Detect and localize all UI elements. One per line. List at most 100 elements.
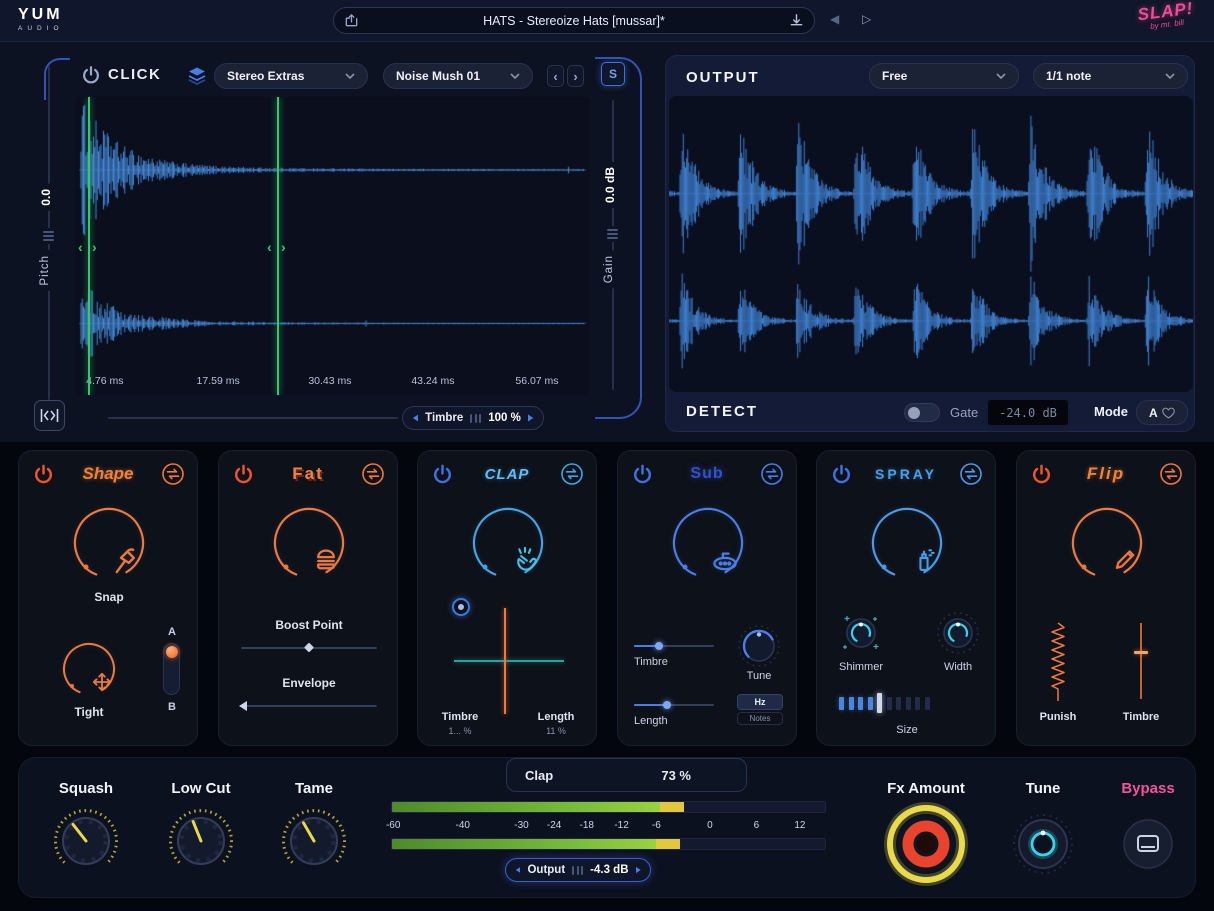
size-bar[interactable] <box>915 697 920 710</box>
increment-icon[interactable] <box>528 413 534 423</box>
xy-reset-target[interactable] <box>452 598 470 616</box>
spray-size-stepper[interactable] <box>839 692 930 714</box>
global-tune-knob[interactable] <box>1011 812 1075 881</box>
click-sample-dropdown[interactable]: Noise Mush 01 <box>383 63 533 89</box>
ab-switch-knob[interactable] <box>166 646 178 658</box>
click-waveform-display[interactable]: 4.76 ms17.59 ms30.43 ms43.24 ms56.07 ms … <box>75 97 590 395</box>
envelope-slider[interactable] <box>241 699 377 713</box>
sample-next-button[interactable]: › <box>567 65 584 87</box>
fat-power-button[interactable] <box>230 461 256 487</box>
boost-point-marker[interactable] <box>304 643 314 653</box>
size-bar[interactable] <box>887 697 892 710</box>
tame-knob[interactable] <box>276 803 352 884</box>
click-power-button[interactable] <box>80 64 102 86</box>
ab-switch[interactable] <box>163 643 180 695</box>
size-bar[interactable] <box>839 697 844 710</box>
xy-pad-y-axis[interactable] <box>504 608 506 714</box>
output-gain-slider[interactable]: Output -4.3 dB <box>505 858 651 882</box>
download-preset-icon[interactable] <box>789 13 804 28</box>
mode-dropdown[interactable]: A <box>1136 400 1188 425</box>
xy-pad-x-axis[interactable] <box>454 660 564 662</box>
decrement-icon[interactable] <box>412 413 418 423</box>
preset-forward-button[interactable]: ▷ <box>862 12 871 26</box>
sub-power-button[interactable] <box>629 461 655 487</box>
sub-timbre-slider[interactable] <box>634 639 714 653</box>
width-knob[interactable] <box>936 611 980 660</box>
sub-length-slider[interactable] <box>634 698 714 712</box>
sub-tune-knob[interactable] <box>737 624 781 673</box>
fx-amount-knob[interactable] <box>884 802 968 891</box>
click-solo-button[interactable]: S <box>601 62 625 86</box>
flip-compare-button[interactable] <box>1158 461 1184 487</box>
preset-bar[interactable]: HATS - Stereoize Hats [mussar]* <box>333 7 815 34</box>
marker-right-handle[interactable]: › <box>281 239 286 255</box>
pitch-slider-grip[interactable] <box>43 228 54 244</box>
shimmer-knob[interactable] <box>839 611 883 660</box>
preset-back-button[interactable]: ◀ <box>830 12 839 26</box>
timbre-grip[interactable] <box>470 414 481 423</box>
sample-start-marker[interactable]: ‹ › <box>88 97 90 395</box>
fat-compare-button[interactable] <box>360 461 386 487</box>
keyboard-mapping-button[interactable] <box>34 400 65 431</box>
click-layer-dropdown[interactable]: Stereo Extras <box>214 63 368 89</box>
sample-end-marker[interactable]: ‹ › <box>277 97 279 395</box>
spray-knob[interactable] <box>869 505 945 581</box>
marker-right-handle[interactable]: › <box>92 239 97 255</box>
marker-left-handle[interactable]: ‹ <box>78 239 83 255</box>
gain-slider[interactable]: 0.0 dB Gain <box>601 100 625 390</box>
sub-compare-button[interactable] <box>759 461 785 487</box>
spray-power-button[interactable] <box>828 461 854 487</box>
flip-knob[interactable] <box>1069 505 1145 581</box>
hz-option[interactable]: Hz <box>737 694 783 710</box>
hz-notes-toggle[interactable]: Hz Notes <box>737 694 783 725</box>
gain-value: 0.0 dB <box>602 162 618 208</box>
shape-compare-button[interactable] <box>160 461 186 487</box>
punish-slider[interactable] <box>1047 621 1069 708</box>
size-bar[interactable] <box>896 697 901 710</box>
size-bar[interactable] <box>925 697 930 710</box>
detect-gate-toggle[interactable] <box>904 403 940 422</box>
size-bar[interactable] <box>858 697 863 710</box>
output-sync-dropdown[interactable]: Free <box>869 63 1019 89</box>
click-timbre-slider[interactable]: Timbre 100 % <box>402 406 544 430</box>
preset-name[interactable]: HATS - Stereoize Hats [mussar]* <box>367 14 781 28</box>
flip-timbre-handle[interactable] <box>1134 651 1148 654</box>
tight-knob[interactable] <box>61 641 117 697</box>
marker-left-handle[interactable]: ‹ <box>267 239 272 255</box>
size-bar[interactable] <box>877 693 882 713</box>
spray-compare-button[interactable] <box>958 461 984 487</box>
flip-power-button[interactable] <box>1028 461 1054 487</box>
bypass-button[interactable] <box>1122 818 1174 875</box>
sub-knob[interactable] <box>670 505 746 581</box>
notes-option[interactable]: Notes <box>737 712 783 725</box>
pitch-slider[interactable]: 0.0 Pitch <box>37 66 61 400</box>
layers-icon[interactable] <box>186 65 208 87</box>
gain-slider-grip[interactable] <box>607 226 618 242</box>
click-timbre-track[interactable] <box>108 417 398 419</box>
size-bar[interactable] <box>868 697 873 710</box>
sub-length-handle[interactable] <box>663 701 671 709</box>
envelope-marker[interactable] <box>239 701 247 711</box>
gate-threshold-value[interactable]: -24.0 dB <box>988 400 1068 425</box>
clap-knob[interactable] <box>470 505 546 581</box>
sample-prev-button[interactable]: ‹ <box>547 65 564 87</box>
output-slider-grip[interactable] <box>572 866 583 875</box>
sub-timbre-handle[interactable] <box>655 642 663 650</box>
clap-compare-button[interactable] <box>559 461 585 487</box>
clap-power-button[interactable] <box>429 461 455 487</box>
decrement-icon[interactable] <box>515 865 520 875</box>
increment-icon[interactable] <box>636 865 641 875</box>
shape-power-button[interactable] <box>30 461 56 487</box>
export-preset-icon[interactable] <box>344 13 359 28</box>
fat-knob[interactable] <box>271 505 347 581</box>
boost-point-slider[interactable] <box>241 641 377 655</box>
clap-amount-slider[interactable]: Clap 73 % <box>506 758 747 792</box>
output-rate-dropdown[interactable]: 1/1 note <box>1033 63 1188 89</box>
low-cut-knob[interactable] <box>163 803 239 884</box>
size-bar[interactable] <box>849 697 854 710</box>
flip-timbre-slider[interactable] <box>1134 623 1148 699</box>
snap-knob[interactable] <box>71 505 147 581</box>
squash-knob[interactable] <box>48 803 124 884</box>
gain-slider-track[interactable] <box>612 100 614 390</box>
size-bar[interactable] <box>906 697 911 710</box>
